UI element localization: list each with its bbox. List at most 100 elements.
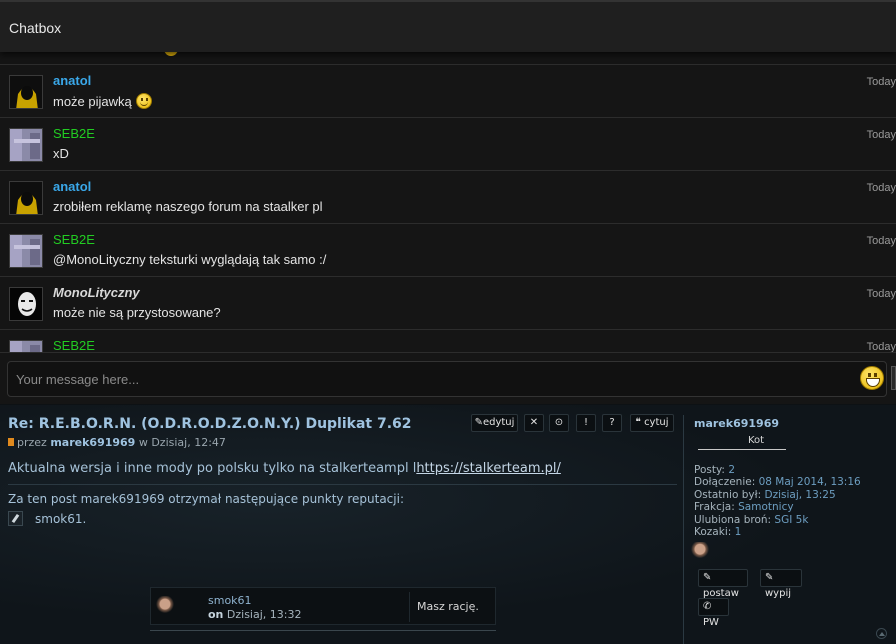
emoji-picker-icon[interactable] xyxy=(860,366,884,390)
chat-message-text: może nie są przystosowane? xyxy=(53,305,221,320)
chatbox-header: Chatbox xyxy=(0,0,896,52)
comment-username[interactable]: smok61 xyxy=(208,594,252,607)
comment-date-prefix: on xyxy=(208,608,224,621)
profile-label: Kozaki: xyxy=(694,526,732,539)
divider xyxy=(8,484,677,485)
profile-label: Dołączenie: xyxy=(694,476,756,489)
chat-timestamp: Today xyxy=(866,288,896,300)
wypij-label: wypij xyxy=(765,588,792,599)
profile-label: Frakcja: xyxy=(694,501,735,514)
reputation-heading: Za ten post marek691969 otrzymał następu… xyxy=(8,492,404,506)
profile-row: Frakcja: Samotnicy xyxy=(694,501,861,513)
delete-button[interactable]: ✕ xyxy=(524,414,544,432)
reputation-icon xyxy=(8,511,23,526)
chat-message: SEB2E xD Today xyxy=(0,117,896,170)
chat-message: anatol może pijawką Today xyxy=(0,64,896,117)
chat-username[interactable]: anatol xyxy=(53,73,91,88)
avatar[interactable] xyxy=(9,287,43,321)
info-icon: ? xyxy=(609,417,615,428)
postaw-button[interactable]: ✎ postaw xyxy=(698,569,748,599)
profile-value: SGI 5k xyxy=(774,513,809,526)
smiley-icon xyxy=(135,93,152,109)
chat-timestamp: Today xyxy=(866,76,896,88)
rank-bar xyxy=(698,449,786,450)
post-author-link[interactable]: marek691969 xyxy=(50,436,135,449)
pm-button[interactable]: ✆ PW xyxy=(698,598,729,628)
post-meta-prefix: przez xyxy=(17,436,47,449)
chat-message-text: może pijawką xyxy=(53,93,152,109)
avatar[interactable] xyxy=(690,542,710,558)
chat-username[interactable]: SEB2E xyxy=(53,338,95,352)
wypij-button[interactable]: ✎ wypij xyxy=(760,569,802,599)
avatar[interactable] xyxy=(9,128,43,162)
post-text: Aktualna wersja i inne mody po polsku ty… xyxy=(8,461,417,476)
profile-row: Kozaki: 1 xyxy=(694,526,861,538)
beer-icon: ✎ xyxy=(703,572,712,583)
comment-item: smok61 on Dzisiaj, 13:32 Masz rację. xyxy=(150,587,496,625)
profile-rank: Kot xyxy=(748,435,765,446)
warn-button[interactable]: ! xyxy=(576,414,596,432)
profile-row: Ostatnio był: Dzisiaj, 13:25 xyxy=(694,489,861,501)
profile-row: Posty: 2 xyxy=(694,464,861,476)
avatar[interactable] xyxy=(9,340,43,352)
chatbox-title: Chatbox xyxy=(9,20,62,36)
profile-value: Dzisiaj, 13:25 xyxy=(764,488,836,501)
chat-username[interactable]: SEB2E xyxy=(53,232,95,247)
chat-username[interactable]: SEB2E xyxy=(53,126,95,141)
profile-value: 08 Maj 2014, 13:16 xyxy=(758,476,861,489)
post-date: w Dzisiaj, 12:47 xyxy=(138,436,226,449)
warning-icon: ! xyxy=(583,417,588,428)
chat-message: anatol zrobiłem reklamę naszego forum na… xyxy=(0,170,896,223)
post-content: Aktualna wersja i inne mody po polsku ty… xyxy=(8,461,561,476)
quote-button[interactable]: ❝ cytuj xyxy=(630,414,674,432)
close-icon: ✕ xyxy=(529,417,539,428)
chat-message-list[interactable]: anatol może pijawką Today SEB2E xD Today… xyxy=(0,52,896,352)
quote-icon: ❝ xyxy=(635,417,641,428)
avatar[interactable] xyxy=(9,234,43,268)
profile-username[interactable]: marek691969 xyxy=(694,417,779,430)
edit-button[interactable]: ✎edytuj xyxy=(471,414,518,432)
post-meta: przez marek691969 w Dzisiaj, 12:47 xyxy=(8,436,226,449)
chat-message: SEB2E @MonoLityczny teksturki wyglądają … xyxy=(0,223,896,276)
comment-text: Masz rację. xyxy=(417,600,479,613)
chat-username[interactable]: anatol xyxy=(53,179,91,194)
profile-label: Posty: xyxy=(694,464,725,476)
report-button[interactable]: ⊙ xyxy=(549,414,569,432)
comment-date: on Dzisiaj, 13:32 xyxy=(208,608,301,621)
reputation-user-link[interactable]: smok61. xyxy=(35,512,86,526)
drink-icon: ✎ xyxy=(765,572,774,583)
edit-label: edytuj xyxy=(482,417,515,428)
chat-username[interactable]: MonoLityczny xyxy=(53,285,140,300)
chat-message: SEB2E Today xyxy=(0,329,896,352)
divider xyxy=(409,592,410,622)
post-link[interactable]: https://stalkerteam.pl/ xyxy=(416,461,561,476)
chat-message: MonoLityczny może nie są przystosowane? … xyxy=(0,276,896,329)
chat-timestamp: Today xyxy=(866,341,896,352)
post-icon xyxy=(8,438,14,446)
quote-label: cytuj xyxy=(644,417,669,428)
divider xyxy=(150,630,496,631)
chat-timestamp: Today xyxy=(866,235,896,247)
profile-label: Ostatnio był: xyxy=(694,488,762,501)
avatar[interactable] xyxy=(9,75,43,109)
profile-details: Posty: 2 Dołączenie: 08 Maj 2014, 13:16 … xyxy=(694,464,861,538)
post-title[interactable]: Re: R.E.B.O.R.N. (O.D.R.O.D.Z.O.N.Y.) Du… xyxy=(8,416,412,432)
reputation-entry: smok61. xyxy=(8,511,86,526)
send-button[interactable] xyxy=(891,366,896,390)
info-button[interactable]: ? xyxy=(602,414,622,432)
chat-timestamp: Today xyxy=(866,129,896,141)
chat-timestamp: Today xyxy=(866,182,896,194)
phone-icon: ✆ xyxy=(703,601,712,612)
chatbox-panel: Chatbox anatol może pijawką Today SEB2E … xyxy=(0,0,896,404)
scroll-top-icon[interactable] xyxy=(876,628,887,639)
chat-message-text: xD xyxy=(53,146,69,161)
avatar[interactable] xyxy=(155,596,175,614)
avatar[interactable] xyxy=(9,181,43,215)
report-icon: ⊙ xyxy=(554,417,564,428)
profile-row: Ulubiona broń: SGI 5k xyxy=(694,514,861,526)
chat-message-text: zrobiłem reklamę naszego forum na staalk… xyxy=(53,199,323,214)
chat-message-text: @MonoLityczny teksturki wyglądają tak sa… xyxy=(53,252,327,267)
profile-value: 2 xyxy=(728,464,735,476)
chat-message-input[interactable] xyxy=(7,361,887,397)
profile-row: Dołączenie: 08 Maj 2014, 13:16 xyxy=(694,476,861,488)
